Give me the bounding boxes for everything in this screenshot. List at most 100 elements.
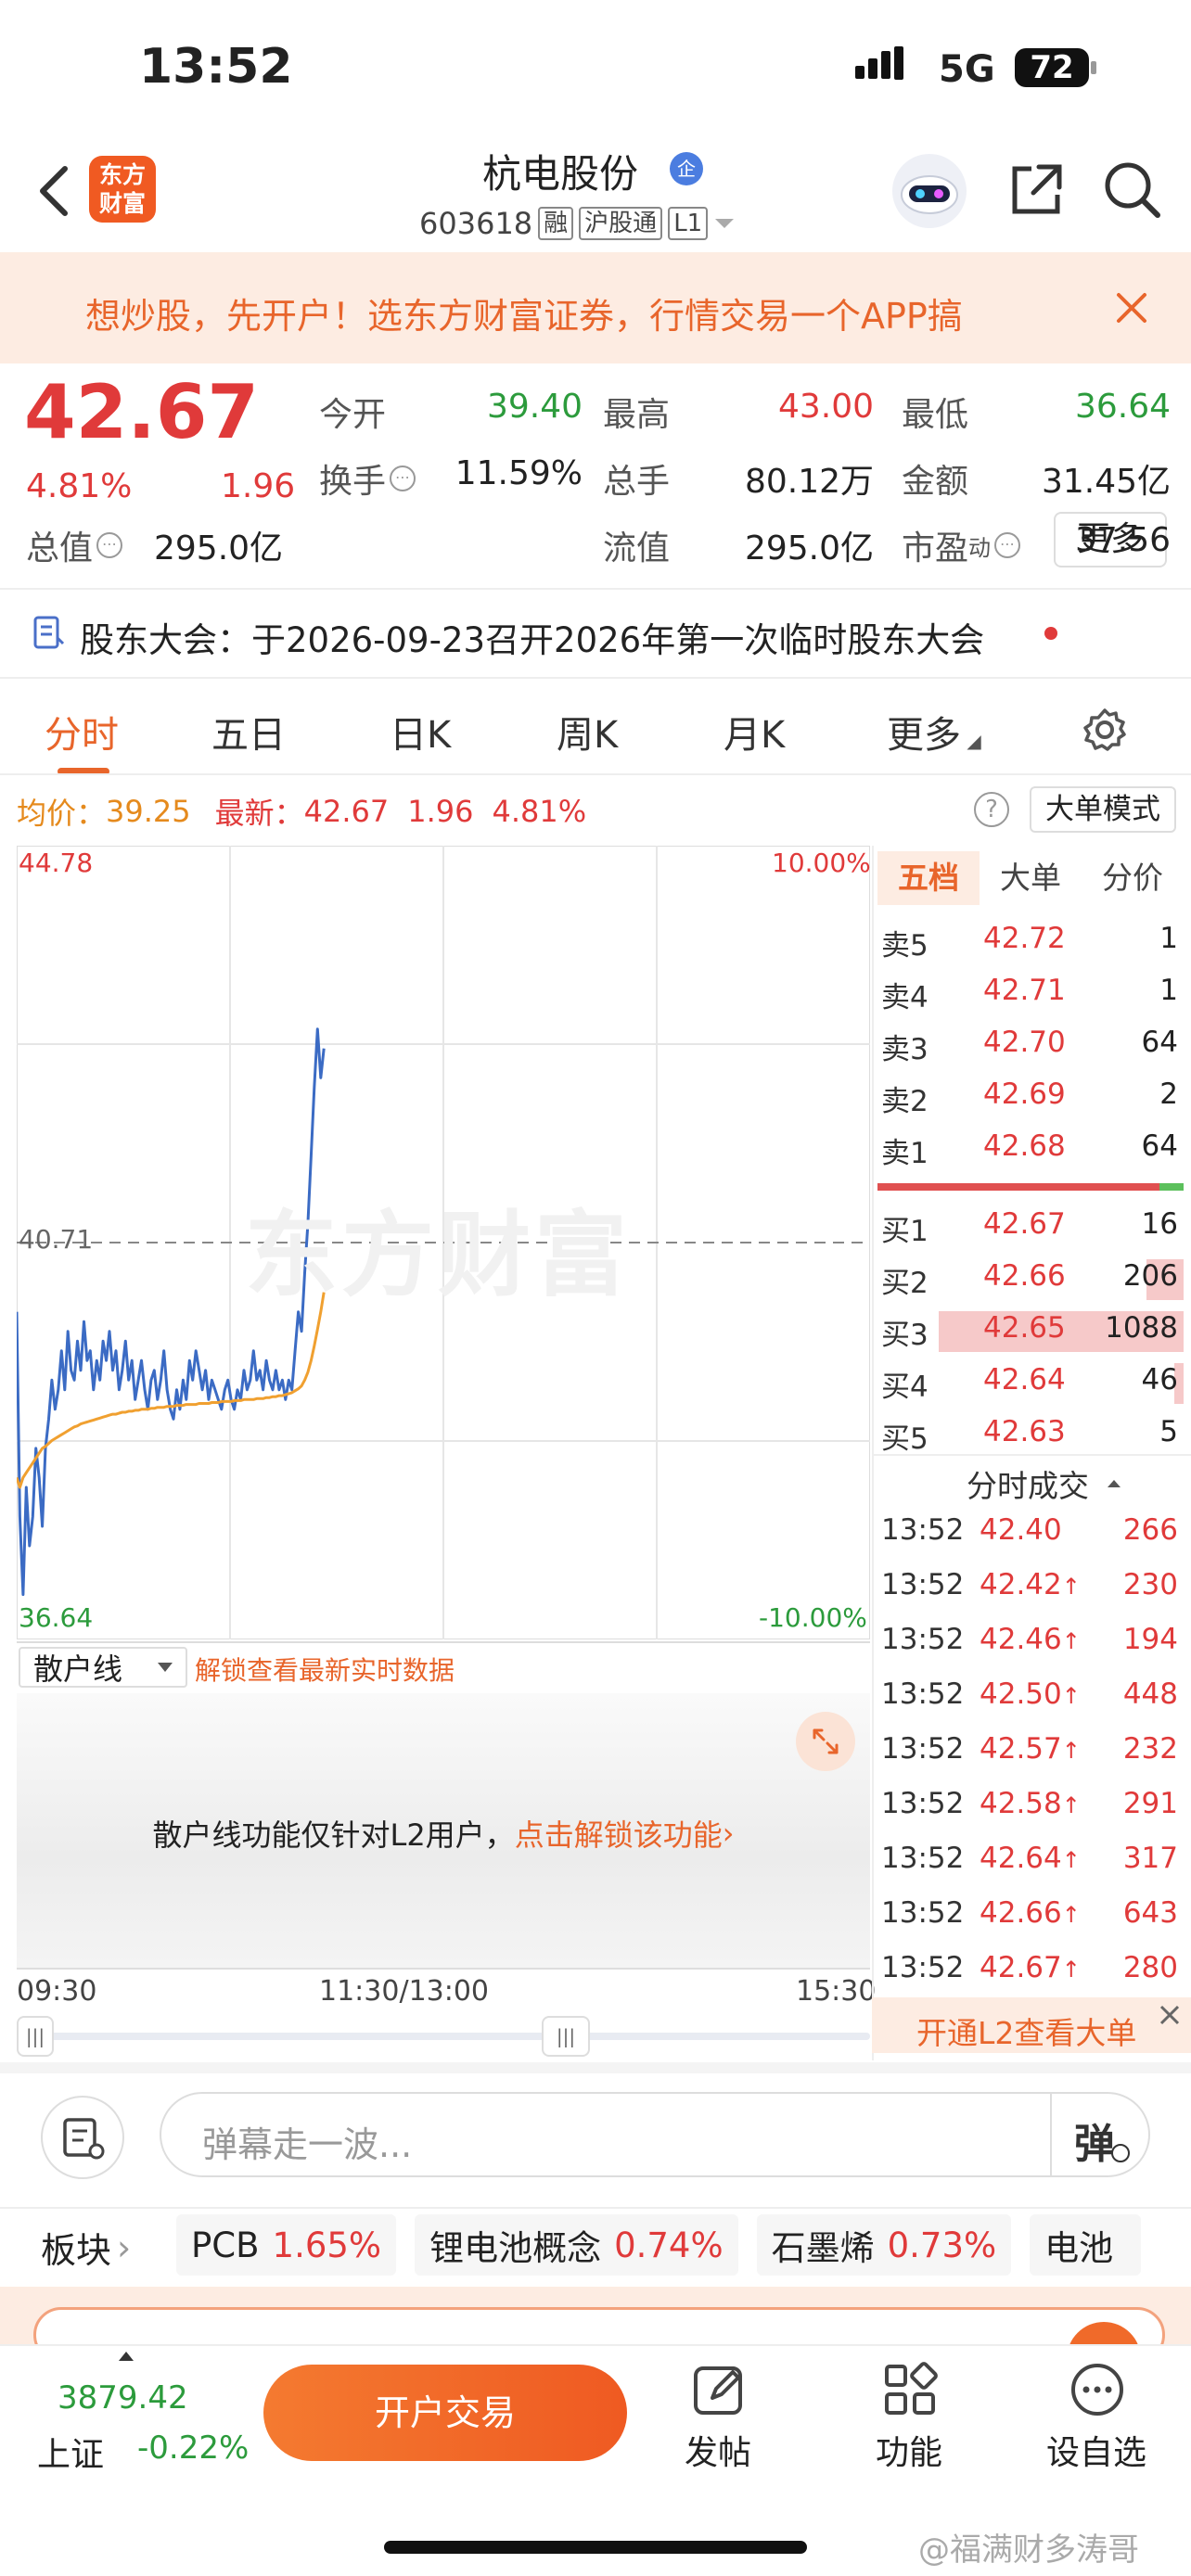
l2-banner[interactable]: 开通L2查看大单 xyxy=(872,1997,1191,2053)
latest-price: 42.67 xyxy=(303,794,390,829)
bid-row[interactable]: 买5 42.63 5 xyxy=(877,1409,1184,1458)
tab-4[interactable]: 月K xyxy=(724,705,785,759)
help-icon[interactable]: ? xyxy=(974,792,1009,827)
add-watchlist-icon[interactable] xyxy=(1069,2361,1126,2418)
danmu-settings-icon[interactable] xyxy=(41,2096,124,2179)
level-price: 42.71 xyxy=(983,974,1066,1007)
assistant-avatar[interactable] xyxy=(892,154,967,228)
bid-row[interactable]: 买1 42.67 16 xyxy=(877,1202,1184,1250)
tab-1[interactable]: 五日 xyxy=(211,705,286,759)
chevron-down-icon xyxy=(158,1663,173,1672)
retail-line-label: 散户线 xyxy=(33,1651,123,1687)
range-handle-left[interactable]: ||| xyxy=(17,2016,54,2057)
tab-3[interactable]: 周K xyxy=(557,705,618,759)
close-icon[interactable] xyxy=(1156,2001,1184,2029)
tab-2[interactable]: 日K xyxy=(390,705,451,759)
nav-watchlist-label[interactable]: 设自选 xyxy=(1046,2426,1146,2474)
trade-time: 13:52 xyxy=(881,1513,965,1547)
stock-code-row[interactable]: 603618 融沪股通 L1 xyxy=(419,206,736,241)
trade-row: 13:52 42.66↑ 643 xyxy=(877,1893,1184,1939)
stock-tag: 沪股通 xyxy=(579,207,663,240)
trade-row: 13:52 42.46↑ 194 xyxy=(877,1619,1184,1665)
range-handle-right[interactable]: ||| xyxy=(542,2016,590,2057)
danmu-send-button[interactable]: 弹 xyxy=(1074,2111,1115,2170)
market-cap-label: 总值 xyxy=(26,529,94,567)
unlock-feature-link[interactable]: 点击解锁该功能 xyxy=(515,1812,723,1855)
info-icon[interactable]: ⋯ xyxy=(390,465,416,491)
unread-dot xyxy=(1044,627,1057,640)
sector-chip[interactable]: PCB 1.65% xyxy=(176,2214,397,2276)
trade-arrow: ↑ xyxy=(1061,1847,1081,1873)
trade-arrow: ↑ xyxy=(1061,1902,1081,1928)
nav-function-label[interactable]: 功能 xyxy=(876,2426,942,2474)
ask-row[interactable]: 卖3 42.70 64 xyxy=(877,1020,1184,1068)
level-label: 卖5 xyxy=(881,929,928,963)
post-icon[interactable] xyxy=(690,2361,748,2418)
danmu-input[interactable]: 弹幕走一波... 弹 xyxy=(160,2092,1150,2177)
sector-chip[interactable]: 电池 xyxy=(1030,2214,1142,2276)
close-icon[interactable] xyxy=(1113,289,1150,326)
bid-row[interactable]: 买2 42.66 206 xyxy=(877,1254,1184,1302)
quote-label-text: 总手 xyxy=(603,463,671,501)
ask-row[interactable]: 卖1 42.68 64 xyxy=(877,1124,1184,1172)
index-value[interactable]: 3879.42 xyxy=(58,2379,188,2417)
info-icon[interactable]: ⋯ xyxy=(96,532,123,558)
ask-row[interactable]: 卖2 42.69 2 xyxy=(877,1072,1184,1120)
ask-row[interactable]: 卖5 42.72 1 xyxy=(877,916,1184,964)
settings-icon[interactable] xyxy=(1082,707,1128,753)
trade-time: 13:52 xyxy=(881,1842,965,1875)
unlock-link[interactable]: 解锁查看最新实时数据 xyxy=(195,1651,455,1688)
info-icon[interactable]: ⋯ xyxy=(994,532,1021,558)
l2-banner-text: 开通L2查看大单 xyxy=(916,2015,1137,2051)
home-indicator[interactable] xyxy=(384,2541,807,2554)
trade-price: 42.50 xyxy=(980,1677,1062,1711)
y-ref-label: 40.71 xyxy=(19,1224,94,1255)
sector-label-wrap[interactable]: 板块 › xyxy=(41,2222,131,2273)
bid-row[interactable]: 买4 42.64 46 xyxy=(877,1358,1184,1406)
trade-price-wrap: 42.40 xyxy=(980,1513,1062,1547)
depth-tab-1[interactable]: 大单 xyxy=(980,851,1082,905)
quote-field-label: 市盈动 ⋯ xyxy=(902,521,1021,569)
level-price: 42.69 xyxy=(983,1078,1066,1111)
promo-banner[interactable]: 想炒股，先开户！选东方财富证券，行情交易一个APP搞 xyxy=(0,252,1191,363)
search-icon[interactable] xyxy=(1100,158,1163,221)
time-scrollbar[interactable] xyxy=(17,2033,870,2040)
trade-price-wrap: 42.50↑ xyxy=(980,1677,1081,1711)
retail-line-panel: 散户线功能仅针对L2用户， 点击解锁该功能 › xyxy=(17,1693,870,1968)
trades-title-text: 分时成交 xyxy=(967,1468,1089,1504)
tab-0[interactable]: 分时 xyxy=(45,705,119,775)
level-volume: 46 xyxy=(1141,1363,1178,1396)
ask-row[interactable]: 卖4 42.71 1 xyxy=(877,968,1184,1016)
tab-5[interactable]: 更多 ◢ xyxy=(887,705,981,759)
depth-tab-2[interactable]: 分价 xyxy=(1082,851,1184,905)
y-min-pct-label: -10.00% xyxy=(759,1602,867,1633)
divider xyxy=(0,773,1191,775)
nav-post-label[interactable]: 发帖 xyxy=(685,2426,751,2474)
trade-row: 13:52 42.57↑ 232 xyxy=(877,1728,1184,1775)
share-icon[interactable] xyxy=(1007,159,1067,219)
sector-name: PCB xyxy=(191,2225,260,2265)
quote-field-label: 最高 xyxy=(603,388,670,436)
x-label-open: 09:30 xyxy=(17,1975,97,2008)
chevron-up-icon[interactable] xyxy=(117,2350,135,2363)
quote-field-value: 36.64 xyxy=(1074,388,1171,426)
level-price: 42.64 xyxy=(983,1363,1066,1396)
level-price: 42.70 xyxy=(983,1026,1066,1059)
level-price: 42.65 xyxy=(983,1311,1066,1345)
level-volume: 206 xyxy=(1122,1259,1178,1293)
announcement-text[interactable]: 股东大会：于2026-09-23召开2026年第一次临时股东大会 xyxy=(80,612,984,662)
open-account-trade-button[interactable]: 开户交易 xyxy=(263,2365,627,2461)
sector-chip[interactable]: 石墨烯 0.73% xyxy=(756,2214,1012,2276)
quote-field-value: 39.40 xyxy=(486,388,583,426)
depth-tab-0[interactable]: 五档 xyxy=(877,851,980,905)
quote-field-value: 295.0亿 xyxy=(154,529,284,567)
trades-title[interactable]: 分时成交 xyxy=(967,1461,1122,1506)
retail-line-select[interactable]: 散户线 xyxy=(19,1647,187,1688)
back-icon[interactable] xyxy=(35,163,72,219)
bid-row[interactable]: 买3 42.65 1088 xyxy=(877,1306,1184,1354)
trade-time: 13:52 xyxy=(881,1896,965,1930)
large-order-mode-button[interactable]: 大单模式 xyxy=(1030,786,1176,833)
function-icon[interactable] xyxy=(881,2361,939,2418)
sector-chip[interactable]: 锂电池概念 0.74% xyxy=(415,2214,738,2276)
expand-icon[interactable] xyxy=(796,1712,855,1771)
